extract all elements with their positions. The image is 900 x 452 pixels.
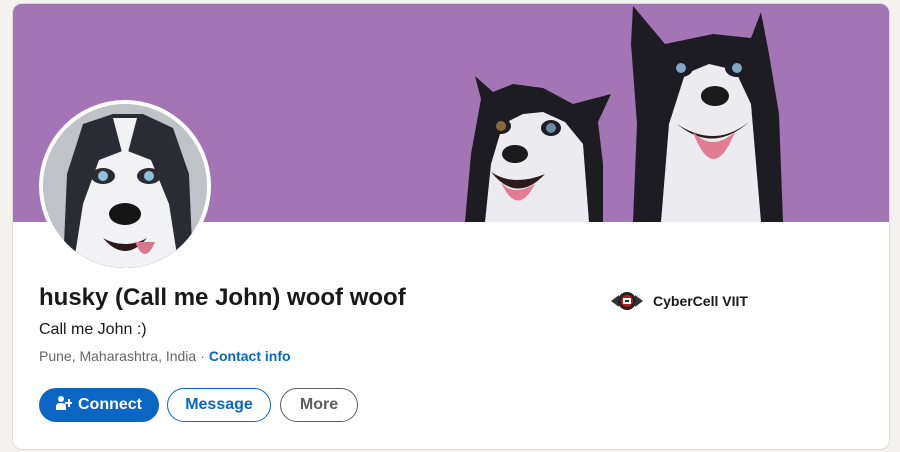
- location-row: Pune, Maharashtra, India · Contact info: [39, 348, 291, 364]
- more-button[interactable]: More: [280, 388, 358, 422]
- connect-button[interactable]: Connect: [39, 388, 159, 422]
- message-button[interactable]: Message: [167, 388, 271, 422]
- contact-info-link[interactable]: Contact info: [209, 348, 291, 364]
- profile-card: husky (Call me John) woof woof Call me J…: [12, 3, 890, 450]
- message-button-label: Message: [185, 396, 253, 413]
- organization-link[interactable]: CyberCell VIIT: [609, 289, 748, 313]
- husky-avatar-image: [43, 104, 207, 268]
- organization-name: CyberCell VIIT: [653, 293, 748, 309]
- profile-location: Pune, Maharashtra, India: [39, 348, 197, 364]
- connect-button-label: Connect: [78, 396, 142, 413]
- profile-headline: Call me John :): [39, 321, 147, 338]
- location-separator: ·: [200, 348, 205, 364]
- profile-avatar[interactable]: [39, 100, 211, 272]
- cybercell-logo-icon: [609, 289, 645, 313]
- profile-name: husky (Call me John) woof woof: [39, 284, 406, 311]
- add-person-icon: [56, 395, 73, 416]
- more-button-label: More: [299, 396, 339, 413]
